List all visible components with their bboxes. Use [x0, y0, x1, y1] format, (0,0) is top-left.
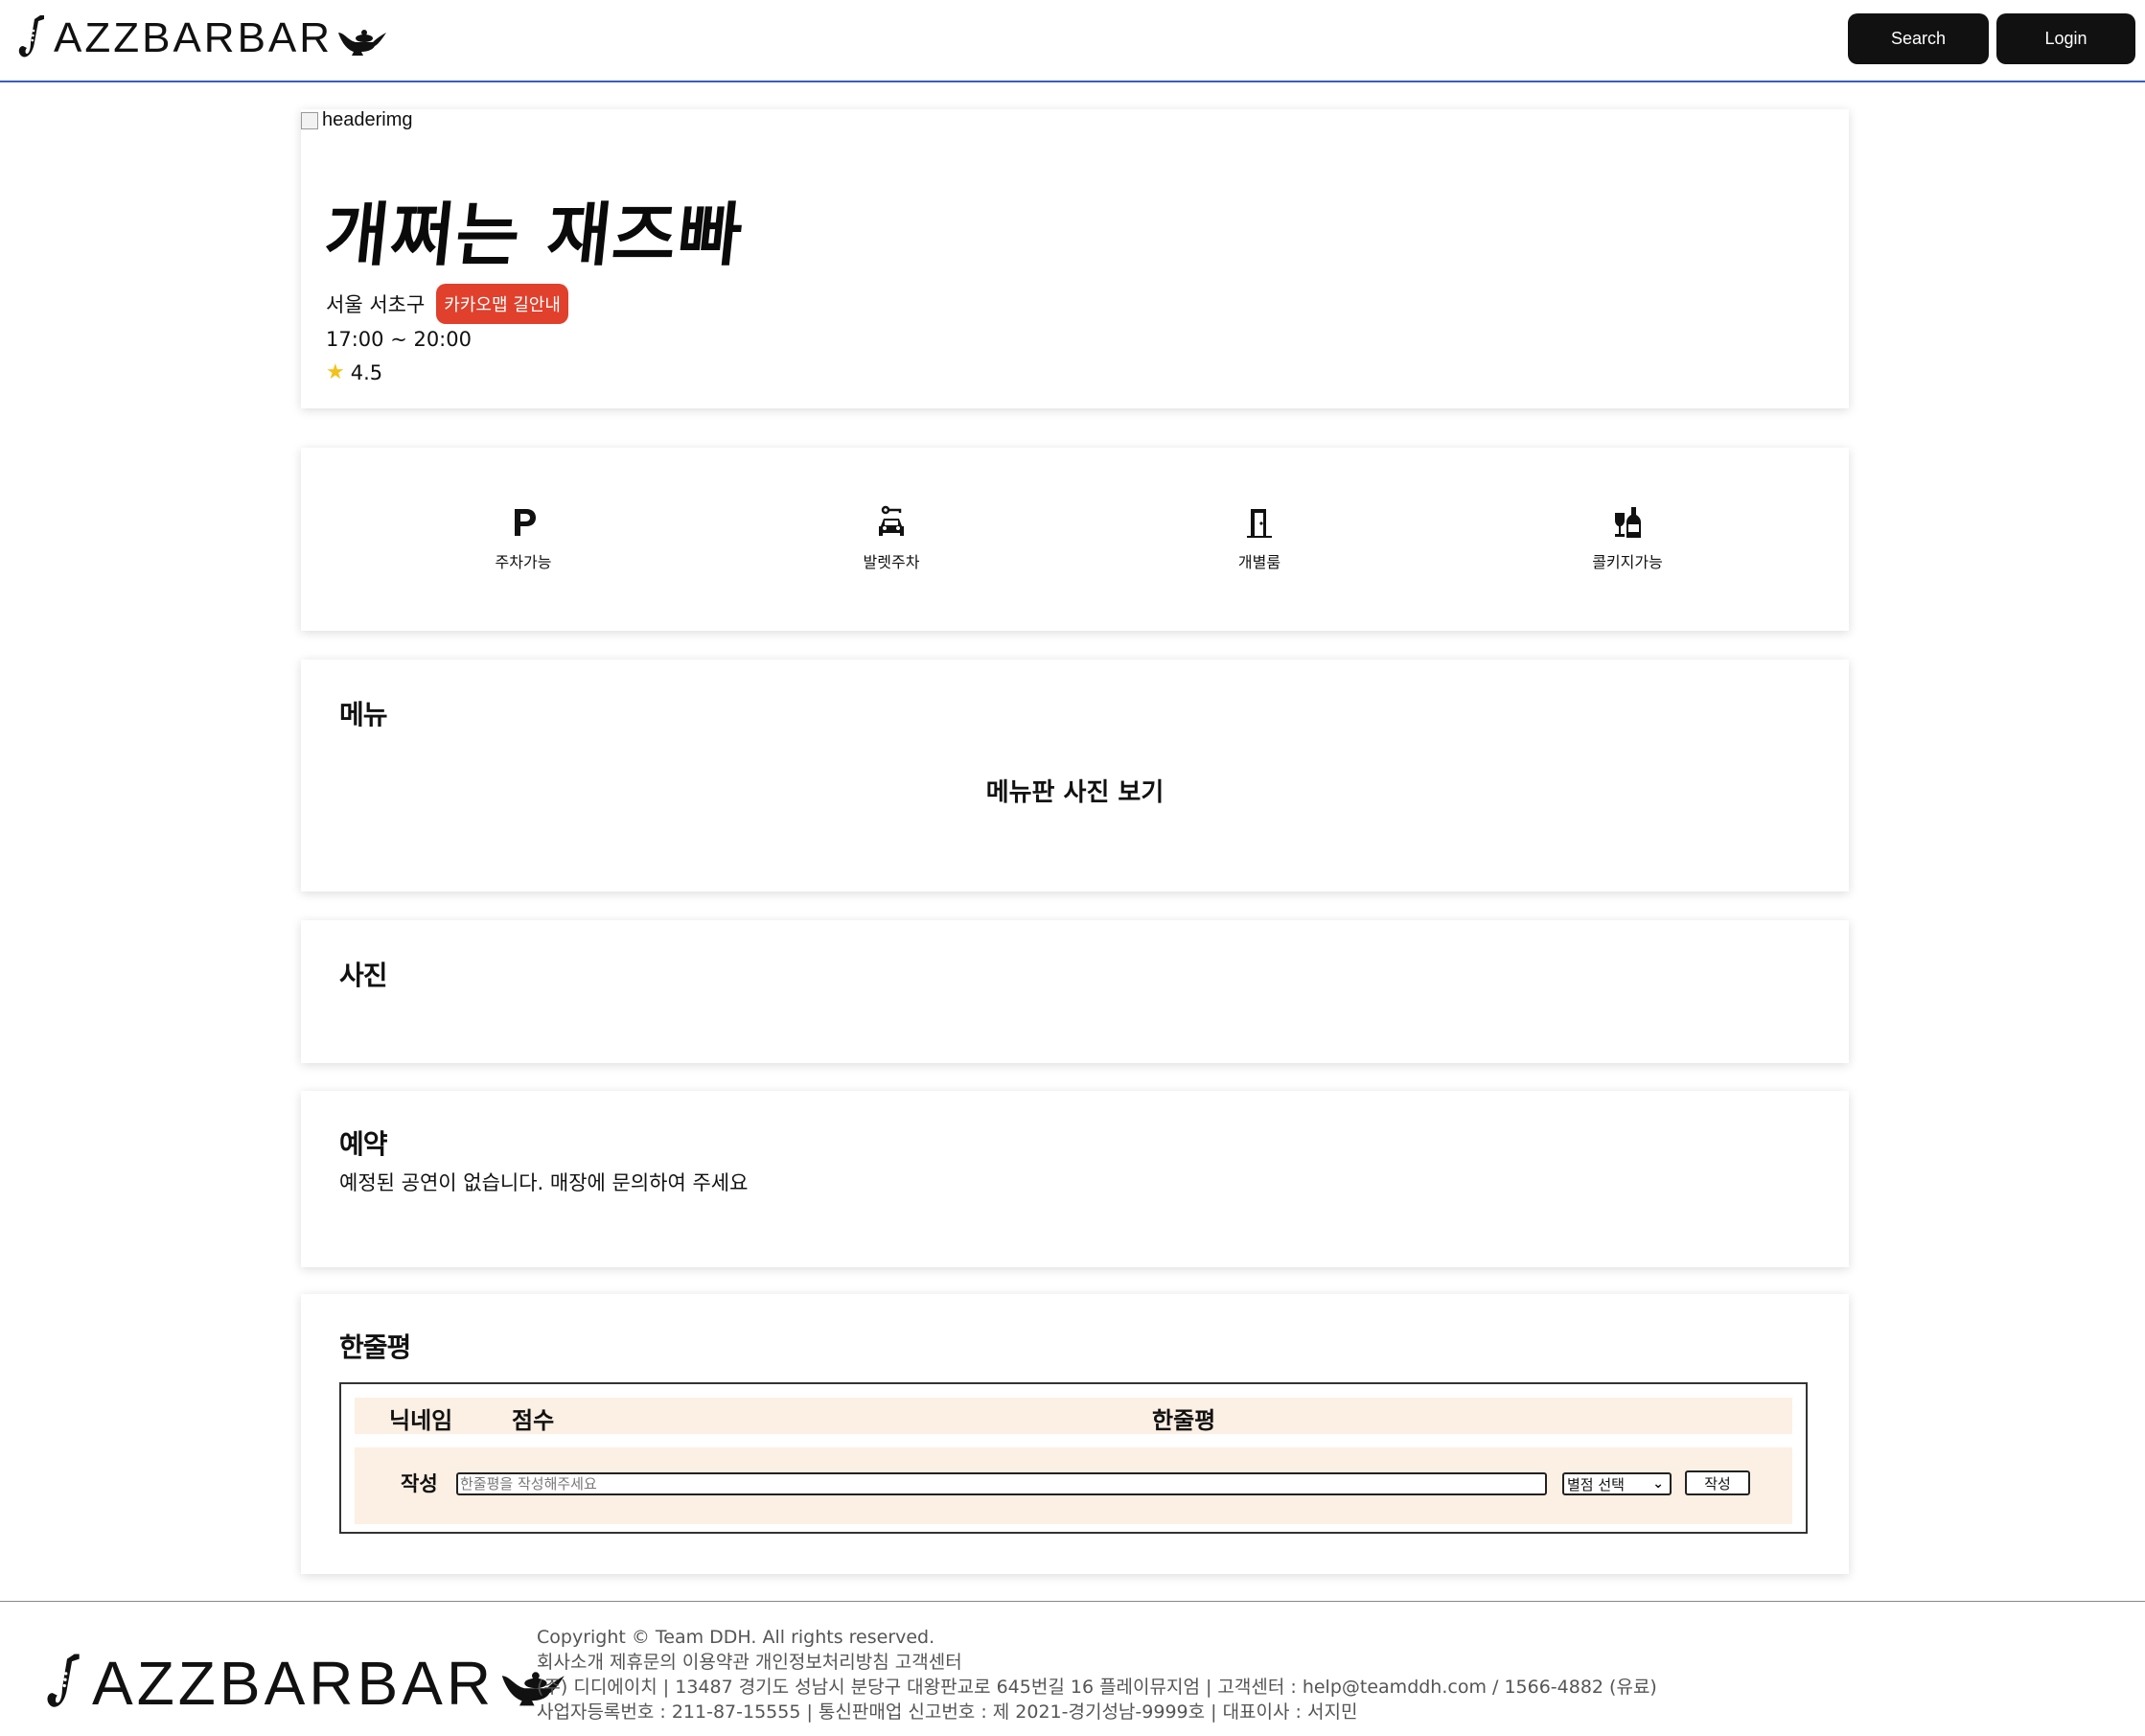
bar-location: 서울 서초구 [326, 293, 426, 316]
footer-logo[interactable]: AZZBARBAR [42, 1648, 567, 1719]
footer-company-info: (주) 디디에이치 | 13487 경기도 성남시 분당구 대왕판교로 645번… [537, 1677, 1657, 1698]
column-review: 한줄평 [1152, 1407, 1216, 1434]
footer-registration: 사업자등록번호 : 211-87-15555 | 통신판매업 신고번호 : 제 … [537, 1701, 1358, 1723]
review-submit-button[interactable]: 작성 [1685, 1470, 1750, 1495]
menu-title: 메뉴 [339, 699, 388, 730]
amenity-parking: 주차가능 [427, 505, 619, 572]
site-logo[interactable]: AZZBARBAR [15, 13, 388, 63]
saxophone-icon [47, 1654, 80, 1707]
chevron-down-icon: ⌄ [1652, 1476, 1664, 1492]
logo-text: AZZBARBAR [54, 14, 334, 61]
review-form-label: 작성 [401, 1472, 438, 1495]
star-icon: ★ [326, 360, 345, 384]
column-score: 점수 [512, 1407, 555, 1434]
footer-logo-text: AZZBARBAR [92, 1649, 496, 1718]
login-button[interactable]: Login [1996, 13, 2135, 64]
menu-photo-link[interactable]: 메뉴판 사진 보기 [301, 773, 1849, 808]
amenity-valet: 발렛주차 [796, 505, 987, 572]
footer-links[interactable]: 회사소개 제휴문의 이용약관 개인정보처리방침 고객센터 [537, 1650, 1657, 1675]
valet-car-icon [879, 505, 904, 536]
rating-value: 4.5 [350, 360, 383, 384]
rating: ★ 4.5 [326, 360, 382, 384]
genie-lamp-icon [338, 30, 387, 56]
footer: AZZBARBAR Copyright © Team DDH. All righ… [0, 1601, 2145, 1736]
menu-card: 메뉴 메뉴판 사진 보기 [301, 660, 1849, 891]
header-image-alt: headerimg [322, 109, 413, 130]
review-form: 작성 별점 선택 ⌄ 작성 [355, 1447, 1792, 1524]
top-navbar: AZZBARBAR Search Login [0, 0, 2145, 82]
reservation-title: 예약 [339, 1128, 388, 1160]
bar-info-card: headerimg 개쩌는 재즈빠 서울 서초구 카카오맵 길안내 17:00 … [301, 109, 1849, 408]
footer-copyright: Copyright © Team DDH. All rights reserve… [537, 1627, 935, 1648]
amenity-private-room: 개별룸 [1164, 505, 1355, 572]
parking-icon [515, 509, 536, 536]
wine-bottle-icon [1615, 507, 1641, 538]
location-row: 서울 서초구 카카오맵 길안내 [326, 284, 568, 324]
review-input[interactable] [456, 1472, 1547, 1495]
photos-card: 사진 [301, 920, 1849, 1063]
amenities-card: 주차가능 발렛주차 개별룸 콜키지가능 [301, 448, 1849, 631]
score-select-value: 별점 선택 [1567, 1475, 1625, 1493]
review-card: 한줄평 닉네임 점수 한줄평 작성 별점 선택 ⌄ 작성 [301, 1294, 1849, 1574]
amenity-corkage: 콜키지가능 [1532, 505, 1723, 572]
opening-hours: 17:00 ~ 20:00 [326, 328, 472, 351]
bar-name: 개쩌는 재즈빠 [320, 194, 749, 275]
review-title: 한줄평 [339, 1331, 411, 1363]
broken-image-icon [301, 111, 318, 129]
reservation-card: 예약 예정된 공연이 없습니다. 매장에 문의하여 주세요 [301, 1091, 1849, 1267]
photos-title: 사진 [339, 960, 388, 991]
door-icon [1247, 509, 1272, 538]
amenity-label: 주차가능 [495, 553, 552, 571]
column-nickname: 닉네임 [389, 1407, 453, 1434]
amenity-label: 발렛주차 [863, 553, 920, 571]
header-image: headerimg [301, 109, 413, 131]
score-select[interactable]: 별점 선택 ⌄ [1562, 1472, 1672, 1495]
kakao-map-button[interactable]: 카카오맵 길안내 [436, 284, 568, 324]
amenity-label: 개별룸 [1237, 553, 1281, 571]
search-button[interactable]: Search [1848, 13, 1989, 64]
footer-text: Copyright © Team DDH. All rights reserve… [537, 1625, 1657, 1724]
review-table-header: 닉네임 점수 한줄평 [355, 1398, 1792, 1434]
review-table: 닉네임 점수 한줄평 작성 별점 선택 ⌄ 작성 [339, 1382, 1808, 1534]
saxophone-icon [18, 15, 44, 58]
reservation-message: 예정된 공연이 없습니다. 매장에 문의하여 주세요 [339, 1171, 749, 1194]
amenity-label: 콜키지가능 [1592, 553, 1663, 571]
